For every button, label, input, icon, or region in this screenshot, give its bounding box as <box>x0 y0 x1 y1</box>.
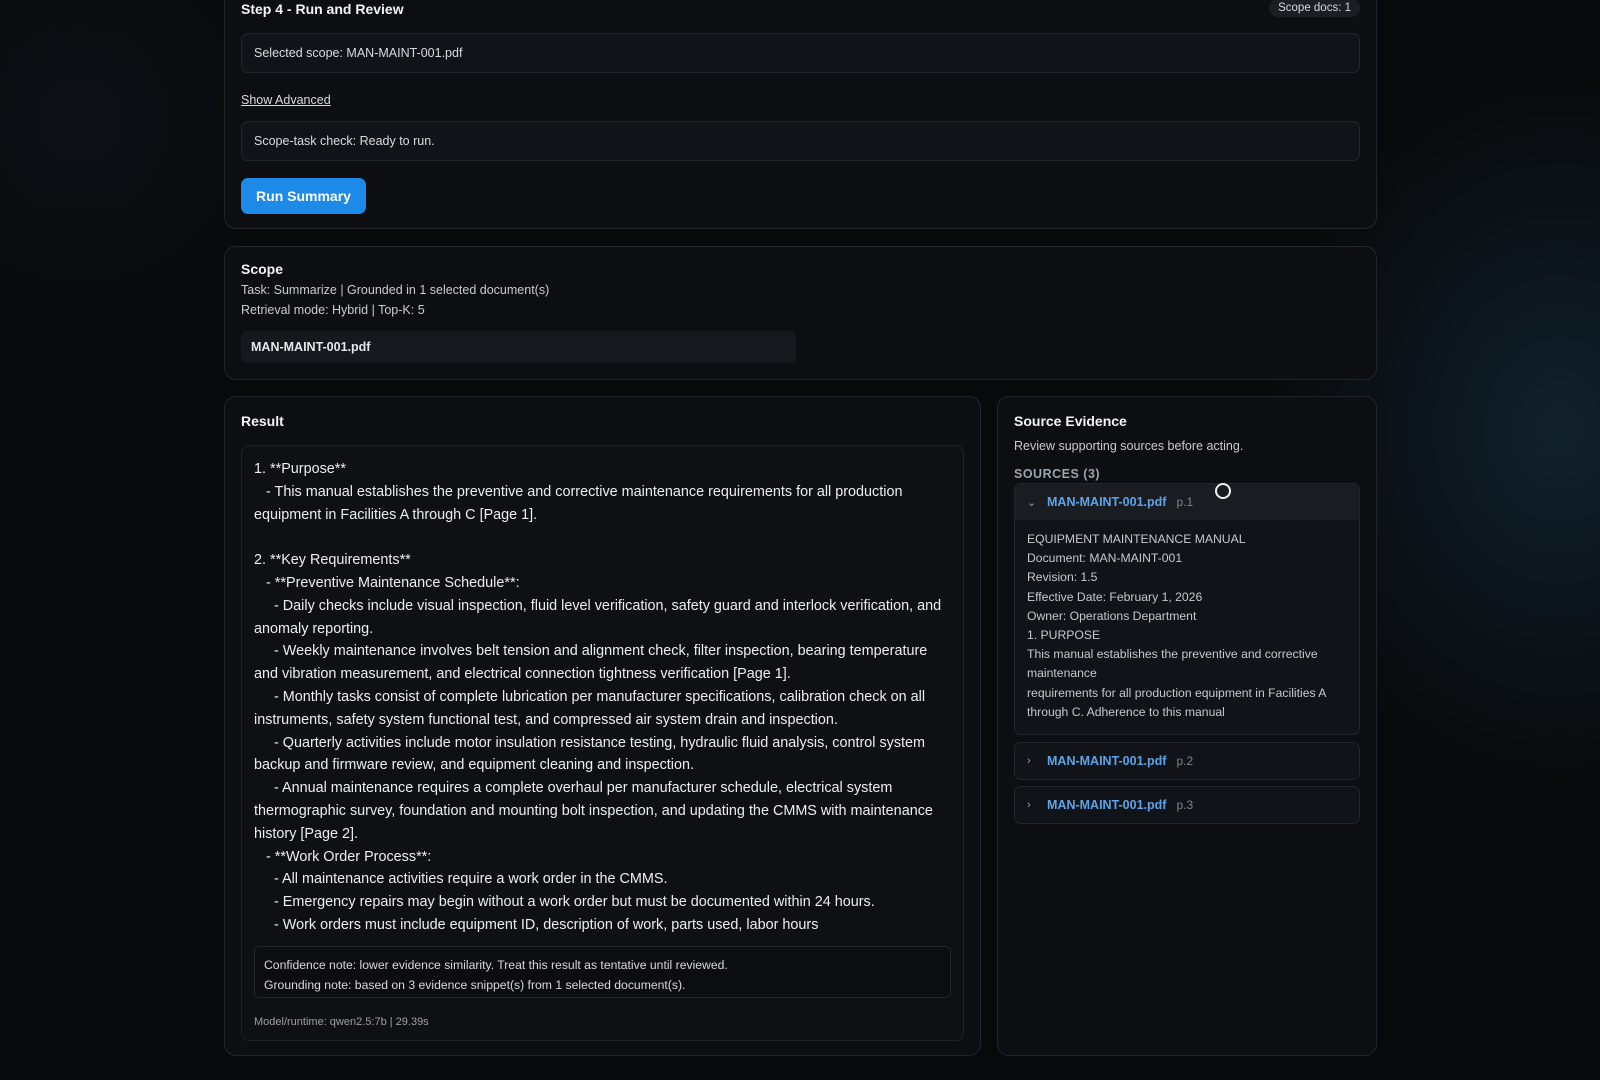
show-advanced-link[interactable]: Show Advanced <box>241 93 331 107</box>
result-text: 1. **Purpose** - This manual establishes… <box>254 461 942 933</box>
result-panel: Result 1. **Purpose** - This manual esta… <box>224 396 981 1056</box>
excerpt-line: requirements for all production equipmen… <box>1027 685 1326 719</box>
excerpt-line: Document: MAN-MAINT-001 <box>1027 551 1183 566</box>
result-title: Result <box>241 413 284 429</box>
sources-heading: SOURCES (3) <box>1014 467 1101 481</box>
scope-document-chip: MAN-MAINT-001.pdf <box>241 331 796 363</box>
chevron-right-icon: › <box>1027 799 1031 811</box>
source-name: MAN-MAINT-001.pdf <box>1047 754 1167 768</box>
source-evidence-title: Source Evidence <box>1014 413 1127 429</box>
source-evidence-subtitle: Review supporting sources before acting. <box>1014 439 1244 453</box>
model-runtime: Model/runtime: qwen2.5:7b | 29.39s <box>254 1016 429 1028</box>
source-item-header[interactable]: › MAN-MAINT-001.pdf p.3 <box>1015 787 1359 823</box>
chevron-down-icon: ⌄ <box>1027 496 1037 509</box>
source-item: ⌄ MAN-MAINT-001.pdf p.1 EQUIPMENT MAINTE… <box>1014 483 1360 736</box>
scope-task-check-box: Scope-task check: Ready to run. <box>241 121 1360 161</box>
excerpt-line: EQUIPMENT MAINTENANCE MANUAL <box>1027 532 1246 546</box>
source-page: p.1 <box>1176 495 1194 509</box>
mouse-cursor-icon <box>1215 483 1231 499</box>
source-name: MAN-MAINT-001.pdf <box>1047 495 1167 509</box>
source-excerpt: EQUIPMENT MAINTENANCE MANUAL Document: M… <box>1015 520 1359 734</box>
selected-scope-box: Selected scope: MAN-MAINT-001.pdf <box>241 33 1360 73</box>
scope-panel: Scope Task: Summarize | Grounded in 1 se… <box>224 246 1377 380</box>
source-evidence-panel: Source Evidence Review supporting source… <box>997 396 1377 1056</box>
run-summary-button[interactable]: Run Summary <box>241 178 366 214</box>
notes-box: Confidence note: lower evidence similari… <box>254 946 951 998</box>
result-body: 1. **Purpose** - This manual establishes… <box>241 445 964 1041</box>
source-item: › MAN-MAINT-001.pdf p.2 <box>1014 742 1360 780</box>
excerpt-line: This manual establishes the preventive a… <box>1027 647 1318 681</box>
source-item-header[interactable]: › MAN-MAINT-001.pdf p.2 <box>1015 743 1359 779</box>
step-title: Step 4 - Run and Review <box>241 1 404 17</box>
excerpt-line: 1. PURPOSE <box>1027 628 1101 643</box>
source-item: › MAN-MAINT-001.pdf p.3 <box>1014 786 1360 824</box>
scope-retrieval-line: Retrieval mode: Hybrid | Top-K: 5 <box>241 303 425 317</box>
excerpt-line: Owner: Operations Department <box>1027 608 1197 623</box>
source-name: MAN-MAINT-001.pdf <box>1047 798 1167 812</box>
source-page: p.3 <box>1176 798 1194 812</box>
excerpt-line: Effective Date: February 1, 2026 <box>1027 589 1203 604</box>
excerpt-line: Revision: 1.5 <box>1027 570 1098 585</box>
scope-title: Scope <box>241 261 284 277</box>
scope-docs-badge: Scope docs: 1 <box>1269 0 1360 17</box>
source-page: p.2 <box>1176 754 1194 768</box>
grounding-note: Grounding note: based on 3 evidence snip… <box>264 978 686 992</box>
scope-task-line: Task: Summarize | Grounded in 1 selected… <box>241 283 550 297</box>
confidence-note: Confidence note: lower evidence similari… <box>264 958 728 972</box>
step4-panel: Step 4 - Run and Review Scope docs: 1 Se… <box>224 0 1377 229</box>
chevron-right-icon: › <box>1027 755 1031 767</box>
source-item-header[interactable]: ⌄ MAN-MAINT-001.pdf p.1 <box>1015 484 1359 520</box>
